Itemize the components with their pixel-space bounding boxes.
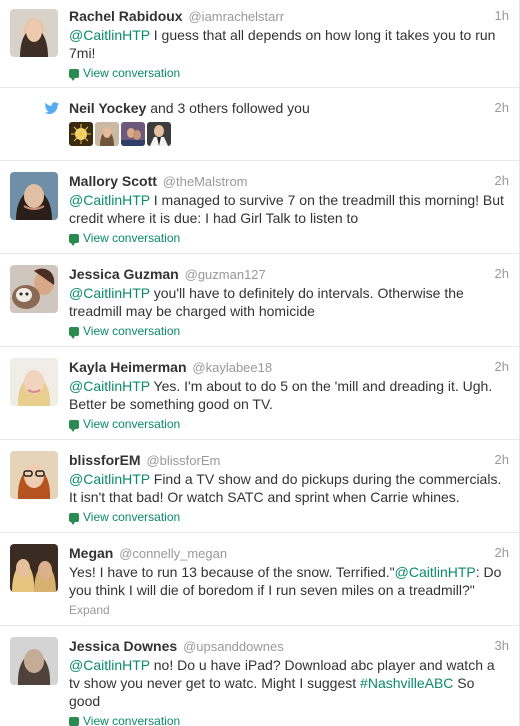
- tweet-item[interactable]: Megan @connelly_megan 2h Yes! I have to …: [0, 533, 519, 626]
- activity-feed: Rachel Rabidoux @iamrachelstarr 1h @Cait…: [0, 0, 520, 726]
- fullname[interactable]: Jessica Guzman: [69, 266, 179, 282]
- mention-link[interactable]: @CaitlinHTP: [69, 471, 150, 487]
- twitter-bird-icon: [44, 102, 60, 115]
- tweet-item[interactable]: Jessica Downes @upsanddownes 3h @Caitlin…: [0, 626, 519, 726]
- username[interactable]: @guzman127: [185, 267, 266, 282]
- follower-avatar[interactable]: [147, 122, 171, 146]
- fullname[interactable]: Rachel Rabidoux: [69, 8, 183, 24]
- timestamp[interactable]: 2h: [495, 172, 509, 190]
- timestamp[interactable]: 2h: [495, 99, 509, 117]
- follow-notification[interactable]: Neil Yockey and 3 others followed you 2h: [0, 88, 519, 161]
- timestamp[interactable]: 2h: [495, 544, 509, 562]
- avatar[interactable]: [10, 172, 58, 220]
- avatar[interactable]: [10, 451, 58, 499]
- tweet-text: @CaitlinHTP I guess that all depends on …: [69, 26, 509, 62]
- tweet-item[interactable]: blissforEM @blissforEm 2h @CaitlinHTP Fi…: [0, 440, 519, 533]
- tweet-text: @CaitlinHTP you'll have to definitely do…: [69, 284, 509, 320]
- view-conversation-link[interactable]: View conversation: [69, 713, 509, 726]
- view-conversation-link[interactable]: View conversation: [69, 65, 509, 81]
- avatar[interactable]: [10, 637, 58, 685]
- username[interactable]: @blissforEm: [146, 453, 220, 468]
- tweet-text: @CaitlinHTP Find a TV show and do pickup…: [69, 470, 509, 506]
- mention-link[interactable]: @CaitlinHTP: [395, 564, 476, 580]
- timestamp[interactable]: 3h: [495, 637, 509, 655]
- view-conversation-link[interactable]: View conversation: [69, 416, 509, 432]
- expand-link[interactable]: Expand: [69, 602, 509, 618]
- follower-name[interactable]: Neil Yockey: [69, 100, 146, 116]
- tweet-text: @CaitlinHTP Yes. I'm about to do 5 on th…: [69, 377, 509, 413]
- username[interactable]: @theMalstrom: [163, 174, 248, 189]
- username[interactable]: @upsanddownes: [183, 639, 284, 654]
- avatar[interactable]: [10, 358, 58, 406]
- mention-link[interactable]: @CaitlinHTP: [69, 192, 150, 208]
- conversation-icon: [69, 420, 79, 432]
- fullname[interactable]: Mallory Scott: [69, 173, 157, 189]
- mention-link[interactable]: @CaitlinHTP: [69, 657, 150, 673]
- tweet-text-segment: Yes! I have to run 13 because of the sno…: [69, 564, 395, 580]
- hashtag-link[interactable]: #NashvilleABC: [360, 675, 453, 691]
- fullname[interactable]: Jessica Downes: [69, 638, 177, 654]
- follower-avatar[interactable]: [69, 122, 93, 146]
- timestamp[interactable]: 1h: [495, 7, 509, 25]
- tweet-text: @CaitlinHTP no! Do u have iPad? Download…: [69, 656, 509, 710]
- conversation-icon: [69, 234, 79, 246]
- fullname[interactable]: blissforEM: [69, 452, 141, 468]
- timestamp[interactable]: 2h: [495, 358, 509, 376]
- tweet-item[interactable]: Mallory Scott @theMalstrom 2h @CaitlinHT…: [0, 161, 519, 254]
- fullname[interactable]: Kayla Heimerman: [69, 359, 187, 375]
- timestamp[interactable]: 2h: [495, 451, 509, 469]
- username[interactable]: @iamrachelstarr: [188, 9, 284, 24]
- mention-link[interactable]: @CaitlinHTP: [69, 27, 150, 43]
- conversation-icon: [69, 717, 79, 726]
- username[interactable]: @connelly_megan: [119, 546, 227, 561]
- avatar[interactable]: [10, 544, 58, 592]
- fullname[interactable]: Megan: [69, 545, 113, 561]
- timestamp[interactable]: 2h: [495, 265, 509, 283]
- avatar[interactable]: [10, 265, 58, 313]
- mention-link[interactable]: @CaitlinHTP: [69, 285, 150, 301]
- conversation-icon: [69, 513, 79, 525]
- avatar[interactable]: [10, 9, 58, 57]
- tweet-item[interactable]: Rachel Rabidoux @iamrachelstarr 1h @Cait…: [0, 0, 519, 88]
- view-conversation-link[interactable]: View conversation: [69, 230, 509, 246]
- follower-avatars: [69, 122, 171, 146]
- tweet-item[interactable]: Jessica Guzman @guzman127 2h @CaitlinHTP…: [0, 254, 519, 347]
- conversation-icon: [69, 69, 79, 81]
- follower-avatar[interactable]: [95, 122, 119, 146]
- tweet-text: @CaitlinHTP I managed to survive 7 on th…: [69, 191, 509, 227]
- follow-text: and 3 others followed you: [146, 100, 310, 116]
- mention-link[interactable]: @CaitlinHTP: [69, 378, 150, 394]
- conversation-icon: [69, 327, 79, 339]
- tweet-text: Yes! I have to run 13 because of the sno…: [69, 563, 509, 599]
- view-conversation-link[interactable]: View conversation: [69, 509, 509, 525]
- view-conversation-link[interactable]: View conversation: [69, 323, 509, 339]
- follower-avatar[interactable]: [121, 122, 145, 146]
- tweet-item[interactable]: Kayla Heimerman @kaylabee18 2h @CaitlinH…: [0, 347, 519, 440]
- username[interactable]: @kaylabee18: [192, 360, 272, 375]
